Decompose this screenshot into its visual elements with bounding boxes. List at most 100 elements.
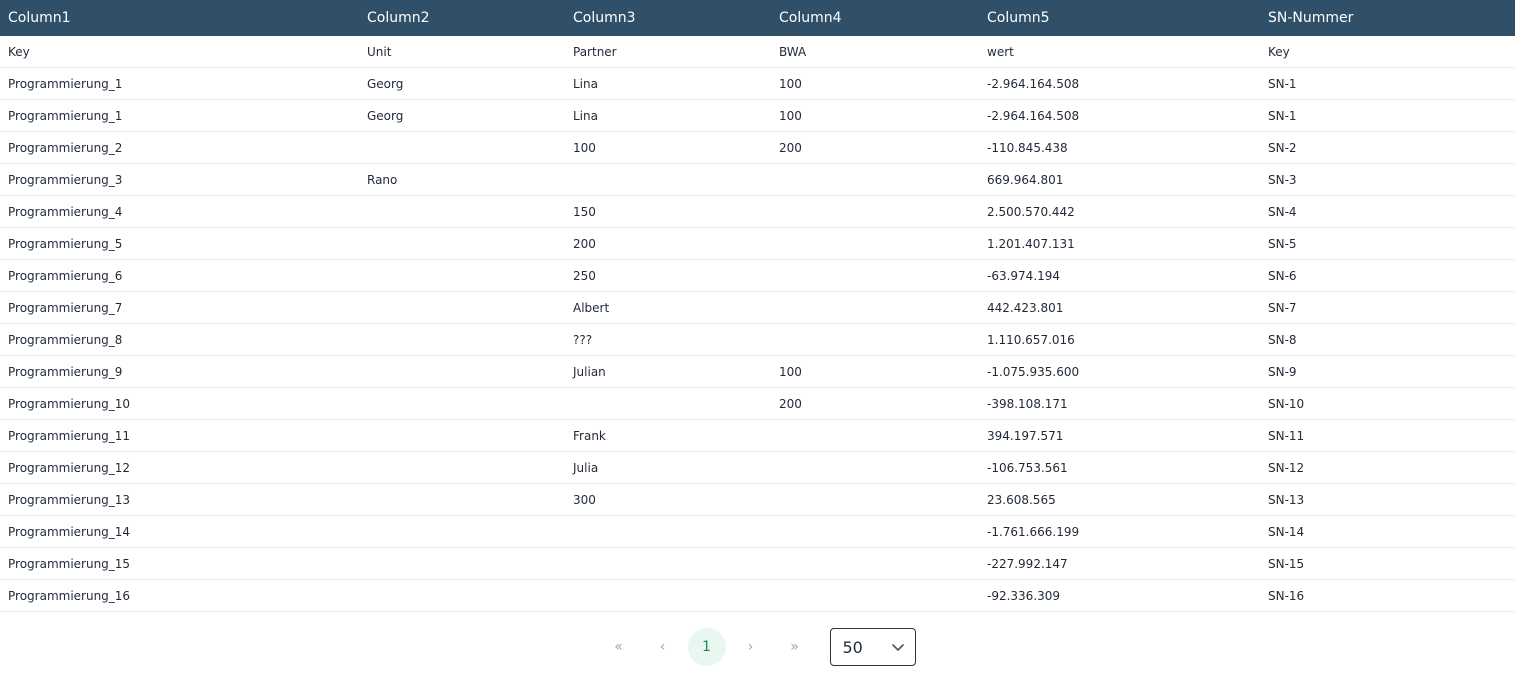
cell-sn-nummer: SN-4 xyxy=(1268,204,1297,219)
cell-sn-nummer: SN-10 xyxy=(1268,396,1305,411)
table-body: Key Unit Partner BWA wert Key Programmierung_1… xyxy=(0,36,1515,612)
double-chevron-right-icon: » xyxy=(790,639,799,655)
table-row[interactable]: Programmierung_14 -1.761.666.199 SN-14 xyxy=(0,516,1515,548)
cell-wert: -1.761.666.199 xyxy=(987,524,1080,539)
cell-sn-nummer: SN-1 xyxy=(1268,76,1297,91)
table-subheader-row[interactable]: Key Unit Partner BWA wert Key xyxy=(0,36,1515,68)
cell-key: Programmierung_4 xyxy=(8,204,123,219)
table-row[interactable]: Programmierung_8??? 1.110.657.016 SN-8 xyxy=(0,324,1515,356)
header-column3[interactable]: Column3 xyxy=(565,10,771,26)
cell-key: Programmierung_8 xyxy=(8,332,123,347)
chevron-left-icon: ‹ xyxy=(659,639,666,655)
cell-wert: -1.075.935.600 xyxy=(987,364,1080,379)
cell-sn-nummer: SN-16 xyxy=(1268,588,1305,603)
cell-key: Programmierung_9 xyxy=(8,364,123,379)
prev-page-button[interactable]: ‹ xyxy=(644,628,682,666)
cell-unit: Unit xyxy=(367,44,392,59)
cell-bwa: BWA xyxy=(779,44,807,59)
page-size-select[interactable]: 50 xyxy=(829,628,916,666)
last-page-button[interactable]: » xyxy=(776,628,814,666)
cell-wert: -92.336.309 xyxy=(987,588,1061,603)
table-row[interactable]: Programmierung_3 Rano 669.964.801 SN-3 xyxy=(0,164,1515,196)
table-row[interactable]: Programmierung_4 150 2.500.570.442 SN-4 xyxy=(0,196,1515,228)
cell-sn-nummer: SN-6 xyxy=(1268,268,1297,283)
chevron-right-icon: › xyxy=(747,639,754,655)
cell-key: Key xyxy=(8,44,30,59)
header-column1[interactable]: Column1 xyxy=(0,10,359,26)
cell-key: Programmierung_15 xyxy=(8,556,131,571)
cell-unit: Georg xyxy=(367,108,404,123)
cell-sn-nummer: SN-11 xyxy=(1268,428,1305,443)
cell-wert: 1.110.657.016 xyxy=(987,332,1075,347)
cell-sn-nummer: SN-9 xyxy=(1268,364,1297,379)
chevron-down-icon xyxy=(891,644,904,651)
cell-partner: Lina xyxy=(573,108,598,123)
table-row[interactable]: Programmierung_6 250 -63.974.194 SN-6 xyxy=(0,260,1515,292)
cell-partner: Partner xyxy=(573,44,617,59)
cell-sn-nummer: SN-12 xyxy=(1268,460,1305,475)
data-table: Column1 Column2 Column3 Column4 Column5 … xyxy=(0,0,1515,612)
cell-sn-nummer: SN-14 xyxy=(1268,524,1305,539)
cell-unit: Rano xyxy=(367,172,398,187)
table-row[interactable]: Programmierung_12 Julia -106.753.561 SN-12 xyxy=(0,452,1515,484)
first-page-button[interactable]: « xyxy=(600,628,638,666)
cell-wert: 394.197.571 xyxy=(987,428,1064,443)
cell-key: Programmierung_2 xyxy=(8,140,123,155)
double-chevron-left-icon: « xyxy=(614,639,623,655)
cell-wert: 1.201.407.131 xyxy=(987,236,1075,251)
cell-bwa: 100 xyxy=(779,364,802,379)
cell-wert: -110.845.438 xyxy=(987,140,1068,155)
table-row[interactable]: Programmierung_15 -227.992.147 SN-15 xyxy=(0,548,1515,580)
cell-key: Programmierung_10 xyxy=(8,396,131,411)
table-row[interactable]: Programmierung_2 100 200 -110.845.438 SN-2 xyxy=(0,132,1515,164)
cell-key: Programmierung_5 xyxy=(8,236,123,251)
cell-key: Programmierung_3 xyxy=(8,172,123,187)
cell-sn-nummer: SN-15 xyxy=(1268,556,1305,571)
table-row[interactable]: Programmierung_11 Frank 394.197.571 SN-11 xyxy=(0,420,1515,452)
cell-partner: 250 xyxy=(573,268,596,283)
cell-key: Programmierung_12 xyxy=(8,460,131,475)
cell-sn-nummer: Key xyxy=(1268,44,1290,59)
header-sn-nummer[interactable]: SN-Nummer xyxy=(1260,10,1515,26)
cell-partner: Julia xyxy=(573,460,599,475)
cell-wert: 2.500.570.442 xyxy=(987,204,1075,219)
page-size-value: 50 xyxy=(842,637,863,657)
cell-partner: Albert xyxy=(573,300,610,315)
cell-key: Programmierung_11 xyxy=(8,428,131,443)
cell-wert: 442.423.801 xyxy=(987,300,1064,315)
table-row[interactable]: Programmierung_10 200 -398.108.171 SN-10 xyxy=(0,388,1515,420)
table-row[interactable]: Programmierung_7 Albert 442.423.801 SN-7 xyxy=(0,292,1515,324)
cell-key: Programmierung_14 xyxy=(8,524,131,539)
table-row[interactable]: Programmierung_16 -92.336.309 SN-16 xyxy=(0,580,1515,612)
cell-bwa: 100 xyxy=(779,108,802,123)
table-row[interactable]: Programmierung_1 Georg Lina 100 -2.964.164.5… xyxy=(0,68,1515,100)
cell-sn-nummer: SN-2 xyxy=(1268,140,1297,155)
cell-partner: 150 xyxy=(573,204,596,219)
cell-sn-nummer: SN-5 xyxy=(1268,236,1297,251)
cell-key: Programmierung_13 xyxy=(8,492,131,507)
cell-sn-nummer: SN-13 xyxy=(1268,492,1305,507)
header-column2[interactable]: Column2 xyxy=(359,10,565,26)
cell-sn-nummer: SN-8 xyxy=(1268,332,1297,347)
cell-key: Programmierung_6 xyxy=(8,268,123,283)
table-row[interactable]: Programmierung_5 200 1.201.407.131 SN-5 xyxy=(0,228,1515,260)
cell-key: Programmierung_16 xyxy=(8,588,131,603)
cell-partner: Julian xyxy=(573,364,606,379)
page-button-current[interactable]: 1 xyxy=(687,628,726,666)
header-column5[interactable]: Column5 xyxy=(979,10,1260,26)
pagination: « ‹ 1 › » 50 xyxy=(0,624,1515,670)
cell-wert: -227.992.147 xyxy=(987,556,1068,571)
cell-key: Programmierung_1 xyxy=(8,76,123,91)
cell-wert: -2.964.164.508 xyxy=(987,76,1080,91)
cell-wert: 669.964.801 xyxy=(987,172,1064,187)
table-row[interactable]: Programmierung_9 Julian 100 -1.075.935.600 S… xyxy=(0,356,1515,388)
cell-partner: 300 xyxy=(573,492,596,507)
table-row[interactable]: Programmierung_13 300 23.608.565 SN-13 xyxy=(0,484,1515,516)
header-column4[interactable]: Column4 xyxy=(771,10,979,26)
next-page-button[interactable]: › xyxy=(732,628,770,666)
table-row[interactable]: Programmierung_1 Georg Lina 100 -2.964.164.5… xyxy=(0,100,1515,132)
cell-wert: -63.974.194 xyxy=(987,268,1061,283)
cell-partner: Lina xyxy=(573,76,598,91)
cell-key: Programmierung_7 xyxy=(8,300,123,315)
cell-partner: 200 xyxy=(573,236,596,251)
